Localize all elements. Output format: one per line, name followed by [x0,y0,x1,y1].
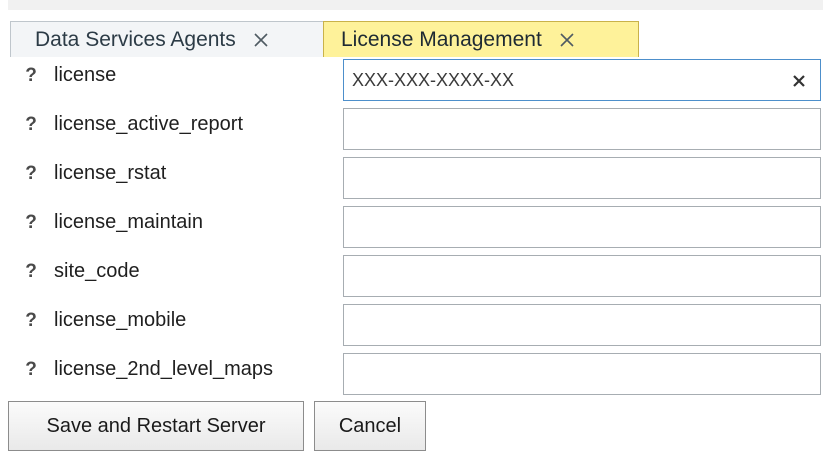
license-input[interactable] [344,60,820,100]
license-maintain-field-container [343,206,821,248]
license-2nd-level-maps-input[interactable] [344,354,820,394]
tab-bar: Data Services Agents License Management [10,21,639,57]
field-label: license_maintain [54,211,203,233]
help-icon[interactable]: ? [23,212,39,234]
license-2nd-level-maps-field-container [343,353,821,395]
tab-data-services-agents[interactable]: Data Services Agents [10,21,324,57]
form-row-license: ? license [8,56,823,106]
license-mobile-input[interactable] [344,305,820,345]
license-form: ? license ? license_active_report ? lice… [8,56,823,459]
field-label: license_rstat [54,162,167,184]
tab-label: License Management [341,27,542,51]
license-field-container [343,59,821,101]
help-icon[interactable]: ? [23,261,39,283]
save-and-restart-button[interactable]: Save and Restart Server [8,401,304,451]
license-active-report-field-container [343,108,821,150]
site-code-input[interactable] [344,256,820,296]
field-label: license_mobile [54,309,187,331]
license-maintain-input[interactable] [344,207,820,247]
field-label: license_active_report [54,113,243,135]
form-row-license-maintain: ? license_maintain [8,203,823,253]
form-row-license-mobile: ? license_mobile [8,301,823,351]
field-label: license_2nd_level_maps [54,358,274,380]
top-strip [8,0,823,10]
site-code-field-container [343,255,821,297]
license-active-report-input[interactable] [344,109,820,149]
help-icon[interactable]: ? [23,65,39,87]
help-icon[interactable]: ? [23,114,39,136]
help-icon[interactable]: ? [23,163,39,185]
license-mobile-field-container [343,304,821,346]
tab-label: Data Services Agents [35,27,236,51]
form-row-site-code: ? site_code [8,252,823,302]
cancel-button[interactable]: Cancel [314,401,426,451]
tab-license-management[interactable]: License Management [323,21,639,57]
form-row-license-2nd-level-maps: ? license_2nd_level_maps [8,350,823,400]
field-label: site_code [54,260,140,282]
form-row-license-rstat: ? license_rstat [8,154,823,204]
license-rstat-input[interactable] [344,158,820,198]
close-icon[interactable] [556,29,578,51]
help-icon[interactable]: ? [23,359,39,381]
clear-icon[interactable] [790,72,808,90]
help-icon[interactable]: ? [23,310,39,332]
license-management-window: Data Services Agents License Management … [0,0,823,459]
form-row-license-active-report: ? license_active_report [8,105,823,155]
field-label: license [54,64,117,86]
close-icon[interactable] [250,29,272,51]
license-rstat-field-container [343,157,821,199]
